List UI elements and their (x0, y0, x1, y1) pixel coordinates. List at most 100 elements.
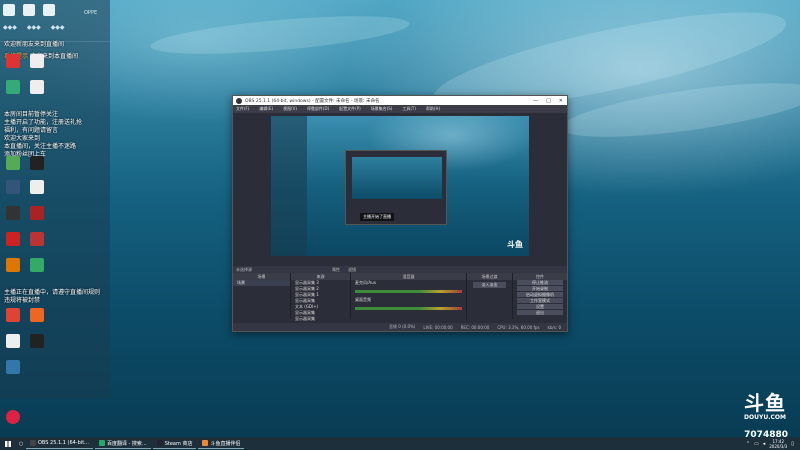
network-icon[interactable]: ▭ (754, 441, 759, 447)
control-button[interactable]: 退出 (517, 310, 563, 315)
rank-icon[interactable] (43, 4, 55, 16)
user-icon[interactable] (23, 4, 35, 16)
obs-source-bar: 未选择源 属性 滤镜 (233, 266, 567, 273)
app-icon[interactable] (6, 258, 20, 272)
audio-meter (355, 307, 462, 310)
properties-button[interactable]: 属性 (332, 267, 340, 273)
maximize-icon[interactable]: □ (546, 98, 551, 104)
obs-title: OBS 25.1.1 (64-bit, windows) - 配置文件: 未命名… (245, 98, 380, 104)
chat-message: 欢迎大家来到 (4, 135, 108, 143)
clock-date: 2020/3/3 (769, 443, 788, 449)
chat-message-text: 福利，有问题请留言 (4, 127, 59, 134)
app-icon[interactable] (6, 54, 20, 68)
chat-tab[interactable]: ◆◆◆ (51, 24, 65, 31)
gift-icon[interactable] (3, 4, 15, 16)
control-button[interactable]: 设置 (517, 304, 563, 309)
obs-window[interactable]: OBS 25.1.1 (64-bit, windows) - 配置文件: 未命名… (232, 95, 568, 332)
douyu-logo-icon: 斗鱼 (744, 391, 786, 415)
control-button[interactable]: 启动虚拟摄像机 (517, 292, 563, 297)
scene-item[interactable]: 场景 (233, 280, 290, 286)
obs-titlebar[interactable]: OBS 25.1.1 (64-bit, windows) - 配置文件: 未命名… (233, 96, 567, 105)
app-icon[interactable] (6, 80, 20, 94)
preview-toast: 主播开始了直播 (360, 213, 394, 221)
chat-message: 欢迎新朋友来到直播间 (4, 41, 108, 49)
clock[interactable]: 17:42 2020/3/3 (769, 439, 787, 449)
scenes-header: 场景 (233, 273, 290, 280)
chat-message: 本直播间，关注主播不迷路 (4, 143, 108, 151)
minimize-icon[interactable]: — (533, 98, 538, 104)
tray-icon[interactable]: ⌃ (746, 441, 750, 447)
app-icon[interactable] (6, 156, 20, 170)
mixer-dock: 混音器 麦克风/Aux 桌面音频 (351, 273, 467, 319)
file-icon[interactable] (6, 334, 20, 348)
transitions-dock: 场景过渡 淡入淡出 (467, 273, 513, 319)
app-icon[interactable] (30, 206, 44, 220)
control-button[interactable]: 停止推流 (517, 280, 563, 285)
chat-tab[interactable]: ◆◆◆ (27, 24, 41, 31)
notification-icon[interactable]: ▯ (791, 441, 794, 447)
app-icon[interactable] (30, 334, 44, 348)
status-item: REC: 00:00:00 (460, 324, 490, 330)
sources-dock: 来源 显示器采集 3 显示器采集 2 显示器采集 1 显示器采集 文本 (GDI+) 显示… (291, 273, 351, 322)
taskbar-app[interactable]: 百度翻译 - 搜索... (94, 438, 151, 449)
obs-statusbar: 丢帧 0 (0.0%) LIVE: 00:00:00 REC: 00:00:00 CP… (233, 323, 567, 331)
menu-item[interactable]: 视图(V) (283, 106, 297, 112)
file-icon[interactable] (30, 54, 44, 68)
transitions-header: 场景过渡 (467, 273, 512, 280)
chat-message: 主播开启了功能，注册送礼抢 (4, 119, 108, 127)
taskbar-app-label: 百度翻译 - 搜索... (106, 440, 147, 447)
app-icon[interactable] (6, 232, 20, 246)
app-icon (30, 440, 36, 446)
menu-item[interactable]: 场景集合(S) (371, 106, 393, 112)
control-button[interactable]: 工作室模式 (517, 298, 563, 303)
menu-item[interactable]: 停靠部件(D) (307, 106, 329, 112)
app-icon[interactable] (6, 360, 20, 374)
sources-header: 来源 (291, 273, 350, 280)
file-icon[interactable] (30, 80, 44, 94)
app-icon[interactable] (6, 308, 20, 322)
app-icon (156, 440, 163, 446)
chat-tab[interactable]: ◆◆◆ (3, 24, 17, 31)
menu-item[interactable]: 配置文件(P) (339, 106, 361, 112)
transition-select[interactable]: 淡入淡出 (473, 282, 506, 288)
obs-preview[interactable]: 主播开始了直播 斗鱼 (271, 116, 529, 256)
status-item: CPU: 3.3%, 60.00 fps (497, 324, 540, 330)
menu-item[interactable]: 工具(T) (402, 106, 416, 112)
taskbar-app[interactable]: OBS 25.1.1 (64-bit... (26, 438, 93, 449)
controls-header: 控件 (513, 273, 567, 280)
nested-preview (352, 157, 442, 199)
menu-item[interactable]: 文件(F) (236, 106, 249, 112)
status-item: LIVE: 00:00:00 (423, 324, 453, 330)
app-icon[interactable] (6, 206, 20, 220)
close-icon[interactable]: ✕ (559, 98, 563, 104)
taskbar-app[interactable]: 斗鱼直播伴侣 (198, 438, 245, 449)
chat-message-text: 违规将被封禁 (4, 297, 41, 304)
douyu-mini-logo: 斗鱼 (507, 240, 523, 249)
app-icon[interactable] (30, 232, 44, 246)
taskbar-app-label: Steam 商店 (164, 440, 193, 447)
menu-item[interactable]: 编辑(E) (259, 106, 273, 112)
control-button[interactable]: 开始录制 (517, 286, 563, 291)
status-item: 丢帧 0 (0.0%) (389, 324, 416, 329)
app-icon[interactable] (30, 308, 44, 322)
app-icon[interactable] (30, 258, 44, 272)
volume-icon[interactable]: ◂ (763, 441, 766, 447)
app-icon[interactable] (6, 410, 20, 424)
start-button[interactable] (0, 437, 16, 450)
steam-icon[interactable] (6, 180, 20, 194)
file-icon[interactable] (30, 180, 44, 194)
chat-message: 本房间目前暂停关注 (4, 111, 108, 119)
taskbar-app[interactable]: Steam 商店 (152, 438, 197, 449)
douyu-watermark: 斗鱼 DOUYU.COM (744, 392, 786, 421)
mixer-track-label: 麦克风/Aux (355, 280, 376, 285)
mixer-header: 混音器 (351, 273, 466, 280)
obs-menubar: 文件(F) 编辑(E) 视图(V) 停靠部件(D) 配置文件(P) 场景集合(S) 工具(T… (233, 105, 567, 113)
taskbar-app-label: OBS 25.1.1 (64-bit... (38, 440, 89, 446)
filters-button[interactable]: 滤镜 (348, 267, 356, 273)
search-icon[interactable]: ○ (16, 441, 26, 447)
controls-dock: 控件 停止推流 开始录制 启动虚拟摄像机 工作室模式 设置 退出 (513, 273, 567, 319)
app-icon[interactable] (30, 156, 44, 170)
chat-message-text: 欢迎新朋友来到直播间 (4, 41, 65, 48)
menu-item[interactable]: 帮助(H) (426, 106, 440, 112)
source-item[interactable]: 显示器采集 (291, 316, 350, 322)
